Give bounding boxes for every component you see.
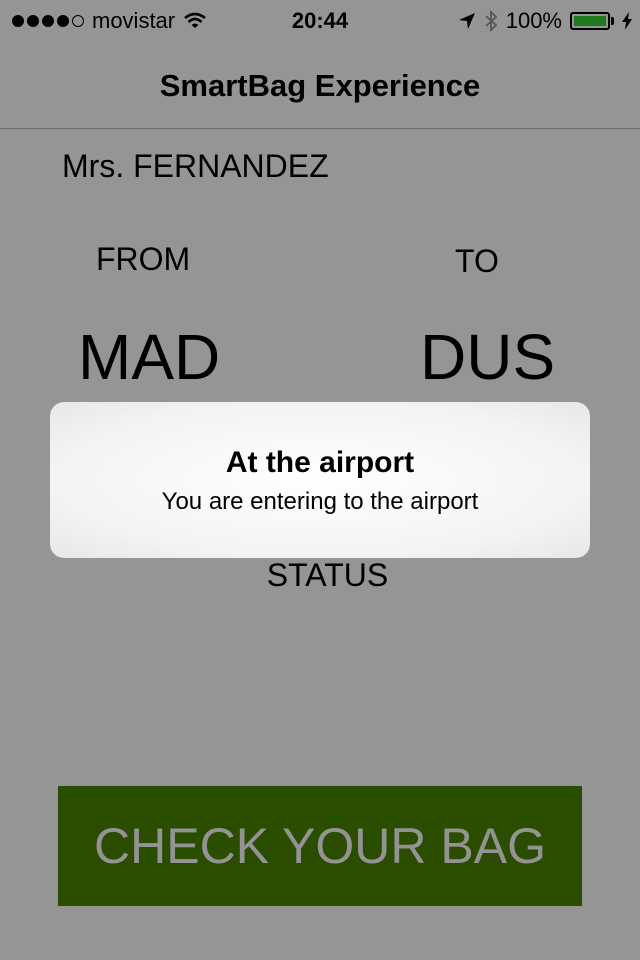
destination-airport-code: DUS xyxy=(420,321,556,393)
status-bar-right: 100% xyxy=(458,8,632,34)
charging-bolt-icon xyxy=(622,12,632,30)
battery-icon xyxy=(570,12,614,30)
origin-airport-code: MAD xyxy=(78,321,221,393)
from-label: FROM xyxy=(96,241,191,277)
navigation-bar: SmartBag Experience xyxy=(0,40,640,129)
location-arrow-icon xyxy=(458,13,475,29)
bluetooth-icon xyxy=(485,10,498,32)
status-bar: movistar 20:44 100% xyxy=(0,0,640,40)
check-your-bag-button[interactable]: CHECK YOUR BAG xyxy=(58,786,582,906)
alert-message: You are entering to the airport xyxy=(161,488,479,515)
battery-percentage: 100% xyxy=(505,8,562,33)
alert-title: At the airport xyxy=(225,446,415,479)
status-label: STATUS xyxy=(266,557,389,593)
alert-dialog[interactable]: At the airport You are entering to the a… xyxy=(50,402,590,558)
page-title: SmartBag Experience xyxy=(159,68,481,103)
to-label: TO xyxy=(455,243,499,279)
passenger-name: Mrs. FERNANDEZ xyxy=(62,148,329,184)
